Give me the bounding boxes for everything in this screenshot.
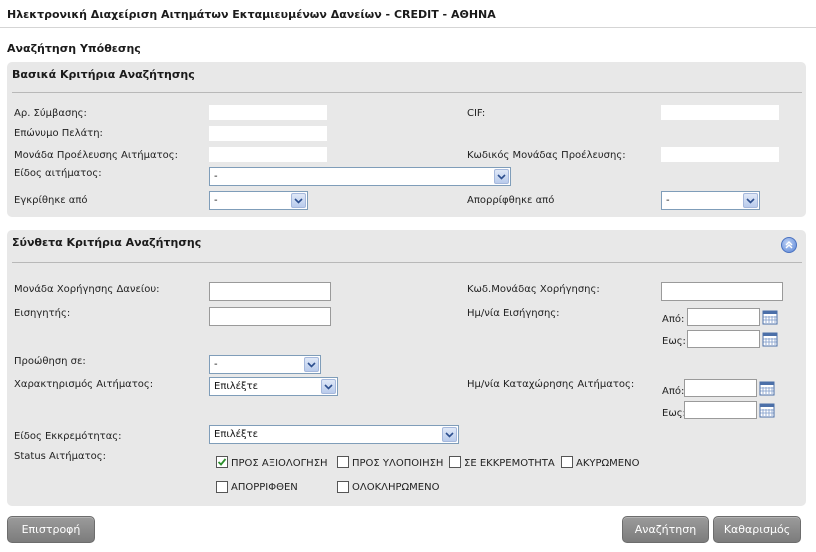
proposal-from-input[interactable] [687,308,760,326]
status-checkbox[interactable] [561,456,573,468]
chevron-down-icon[interactable] [442,427,457,442]
forward-select[interactable]: - [209,355,321,374]
proposal-from-label: Από: [662,314,685,325]
status-checkbox[interactable] [216,481,228,493]
request-type-label: Είδος αιτήματος: [14,168,102,179]
registration-date-label: Ημ/νία Καταχώρησης Αιτήματος: [467,379,635,390]
status-checkbox-checked[interactable] [216,456,228,468]
cif-input[interactable] [661,105,779,120]
registration-to-label: Εως: [662,408,686,419]
characterization-select[interactable]: Επιλέξτε [209,377,338,396]
cif-label: CIF: [467,108,486,119]
status-checkbox[interactable] [337,456,349,468]
contract-no-label: Αρ. Σύμβασης: [14,108,87,119]
origin-code-label: Κωδικός Μονάδας Προέλευσης: [467,150,626,161]
collapse-icon[interactable] [781,237,797,253]
lending-unit-label: Μονάδα Χορήγησης Δανείου: [14,284,160,295]
header-divider [0,27,816,28]
approved-by-select[interactable]: - [209,191,308,210]
origin-unit-label: Μονάδα Προέλευσης Αιτήματος: [14,150,178,161]
surname-input[interactable] [209,126,327,141]
chevron-down-icon[interactable] [291,193,306,208]
pending-type-select[interactable]: Επιλέξτε [209,425,459,444]
status-checkbox-label: ΟΛΟΚΛΗΡΩΜΕΝΟ [352,482,440,493]
status-checkbox-label: ΣΕ ΕΚΚΡΕΜΟΤΗΤΑ [464,458,555,469]
basic-criteria-divider [12,92,802,93]
status-checkbox-label: ΠΡΟΣ ΥΛΟΠΟΙΗΣΗ [352,458,444,469]
characterization-label: Χαρακτηρισμός Αιτήματος: [14,379,154,390]
status-checkbox-label: ΑΚΥΡΩΜΕΝΟ [576,458,640,469]
chevron-down-icon[interactable] [321,379,336,394]
origin-code-input[interactable] [661,147,779,162]
approved-by-value: - [214,195,218,206]
calendar-icon[interactable] [759,380,775,396]
request-type-select[interactable]: - [209,167,511,186]
lending-unit-input[interactable] [209,282,331,301]
request-type-value: - [214,171,218,182]
calendar-icon[interactable] [762,309,778,325]
page-title: Αναζήτηση Υπόθεσης [7,42,141,55]
characterization-value: Επιλέξτε [214,381,259,392]
surname-label: Επώνυμο Πελάτη: [14,128,103,139]
pending-type-label: Είδος Εκκρεμότητας: [14,431,122,442]
calendar-icon[interactable] [759,402,775,418]
rejected-by-select[interactable]: - [661,191,760,210]
proposal-to-label: Εως: [662,336,686,347]
status-checkbox[interactable] [449,456,461,468]
chevron-down-icon[interactable] [494,169,509,184]
approved-by-label: Εγκρίθηκε από [14,195,88,206]
rapporteur-input[interactable] [209,307,331,326]
status-checkbox-label: ΑΠΟΡΡΙΦΘΕΝ [231,482,298,493]
pending-type-value: Επιλέξτε [214,429,259,440]
rejected-by-value: - [666,195,670,206]
lending-code-label: Κωδ.Μονάδας Χορήγησης: [467,284,600,295]
chevron-down-icon[interactable] [743,193,758,208]
forward-value: - [214,359,218,370]
complex-criteria-title: Σύνθετα Κριτήρια Αναζήτησης [12,236,202,249]
registration-from-label: Από: [662,386,685,397]
status-checkbox-label: ΠΡΟΣ ΑΞΙΟΛΟΓΗΣΗ [231,458,328,469]
calendar-icon[interactable] [762,331,778,347]
back-button[interactable]: Επιστροφή [7,516,95,543]
rejected-by-label: Απορρίφθηκε από [467,195,555,206]
chevron-down-icon[interactable] [304,357,319,372]
status-checkbox[interactable] [337,481,349,493]
registration-from-input[interactable] [684,379,757,397]
status-label: Status Αιτήματος: [14,451,106,462]
rapporteur-label: Εισηγητής: [14,308,71,319]
proposal-date-label: Ημ/νία Εισήγησης: [467,308,560,319]
clear-button[interactable]: Καθαρισμός [713,516,801,543]
forward-label: Προώθηση σε: [14,356,86,367]
app-title: Ηλεκτρονική Διαχείριση Αιτημάτων Εκταμιε… [7,8,496,21]
contract-no-input[interactable] [209,105,327,120]
origin-unit-input[interactable] [209,147,327,162]
lending-code-input[interactable] [661,282,783,301]
search-button[interactable]: Αναζήτηση [622,516,709,543]
registration-to-input[interactable] [684,401,757,419]
basic-criteria-title: Βασικά Κριτήρια Αναζήτησης [12,68,195,81]
proposal-to-input[interactable] [687,330,760,348]
complex-criteria-divider [12,262,802,263]
